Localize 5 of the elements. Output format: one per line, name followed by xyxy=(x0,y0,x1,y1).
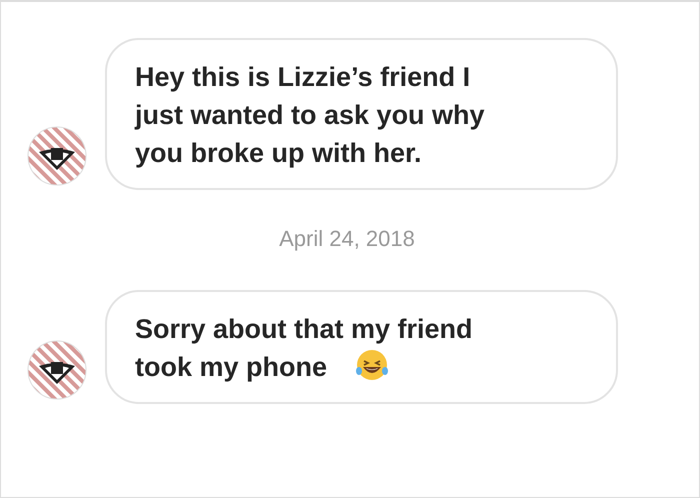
message-text: Hey this is Lizzie’s friend I just wanted to ask you why you broke up with her. xyxy=(135,61,486,170)
message-text: Sorry about that my friend took my phone xyxy=(135,313,474,384)
avatar-icon xyxy=(27,126,87,186)
date-divider: April 24, 2018 xyxy=(278,226,416,252)
avatar-icon xyxy=(27,340,87,400)
